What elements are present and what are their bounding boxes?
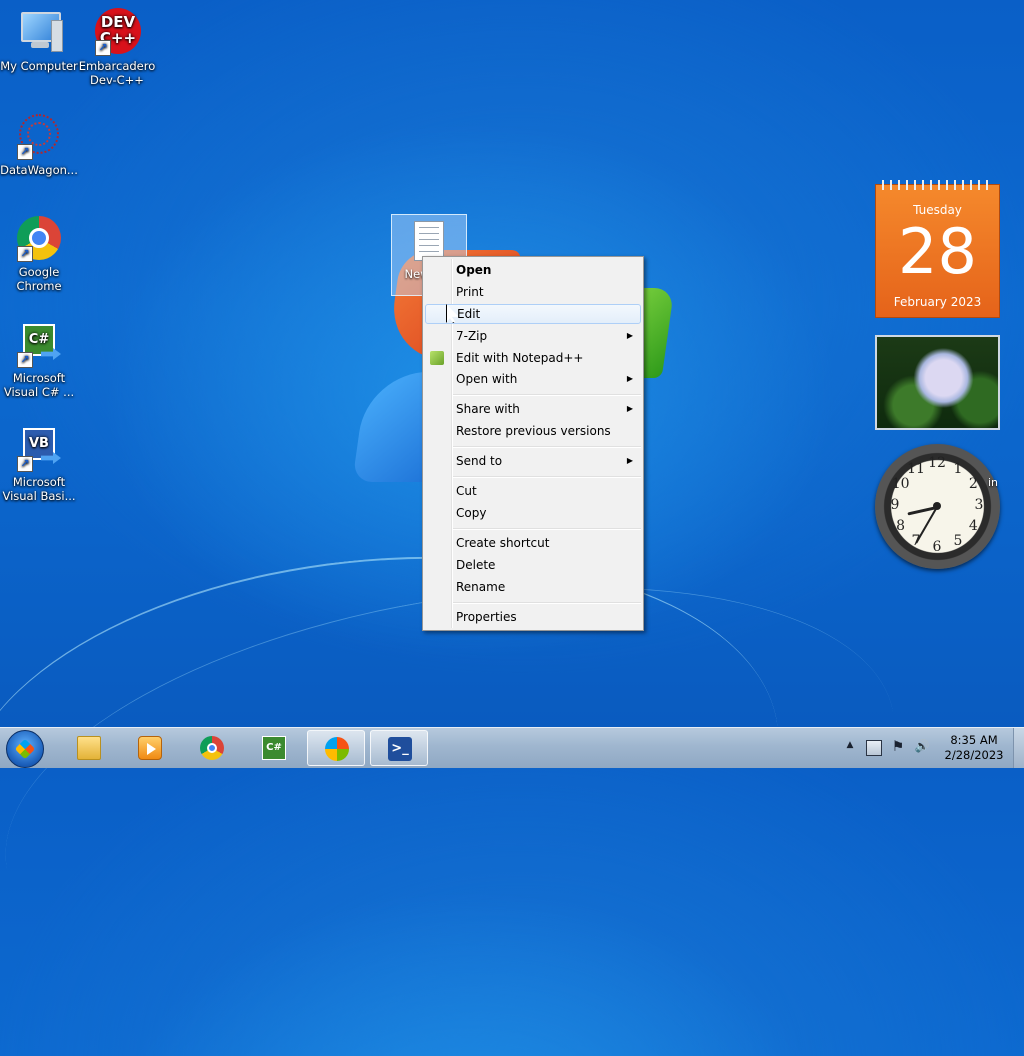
start-button[interactable] <box>6 730 44 768</box>
taskbar-button-powershell[interactable]: >_ <box>370 730 428 766</box>
taskbar-time: 8:35 AM <box>950 733 998 747</box>
clock-number: 5 <box>953 533 963 550</box>
visual-csharp-icon: C# <box>262 736 286 760</box>
clock-number: 4 <box>968 518 978 534</box>
desktop-icon-label: Microsoft Visual C# ... <box>3 371 75 399</box>
clock-number: 2 <box>968 476 978 492</box>
taskbar-button-chrome[interactable] <box>183 730 241 766</box>
clock-number: 12 <box>928 455 946 471</box>
menu-item-cut[interactable]: Cut <box>425 481 641 501</box>
menu-item-restore-previous-versions[interactable]: Restore previous versions <box>425 421 641 441</box>
menu-item-edit[interactable]: Edit <box>425 304 641 324</box>
clock-number: 10 <box>891 476 910 492</box>
devcpp-icon: DEV C++ ↗ <box>93 8 141 56</box>
chrome-icon <box>200 736 224 760</box>
show-hidden-icons-button[interactable]: ▲ <box>843 740 857 756</box>
slideshow-gadget[interactable] <box>875 335 1000 430</box>
desktop-icon-visual-csharp[interactable]: C# ↗ Microsoft Visual C# ... <box>0 320 78 399</box>
action-center-flag-icon[interactable]: ⚑ <box>890 739 906 757</box>
notepadpp-icon <box>430 351 444 365</box>
clock-center <box>933 502 941 510</box>
submenu-arrow-icon: ▶ <box>626 331 633 340</box>
windows-start-icon <box>14 738 36 760</box>
volume-icon[interactable]: 🔊 <box>913 739 931 757</box>
menu-item-print[interactable]: Print <box>425 282 641 302</box>
folder-icon <box>77 736 101 760</box>
clock-number: 1 <box>953 460 963 477</box>
media-player-icon <box>138 736 162 760</box>
desktop-icon-label: My Computer <box>0 59 78 73</box>
context-menu: Open Print Edit 7-Zip ▶ Edit with Notepad… <box>422 256 644 631</box>
menu-item-open[interactable]: Open <box>425 260 641 280</box>
desktop-icon-devcpp[interactable]: DEV C++ ↗ Embarcadero Dev-C++ <box>78 8 156 87</box>
taskbar-button-windows-app[interactable] <box>307 730 365 766</box>
menu-item-rename[interactable]: Rename <box>425 577 641 597</box>
clock-gadget[interactable]: 12 1 2 3 4 5 6 7 8 9 10 11 <box>875 444 1000 569</box>
menu-item-7zip[interactable]: 7-Zip ▶ <box>425 326 641 346</box>
menu-separator <box>453 446 641 448</box>
desktop-icon-label: Embarcadero Dev-C++ <box>78 59 156 87</box>
taskbar-button-media-player[interactable] <box>121 730 179 766</box>
clock-number: 3 <box>974 497 984 513</box>
clock-number: 11 <box>907 460 925 477</box>
menu-separator <box>453 602 641 604</box>
desktop-icon-label: DataWagon... <box>0 163 78 177</box>
menu-separator <box>453 476 641 478</box>
taskbar-date: 2/28/2023 <box>944 748 1004 762</box>
text-document-icon <box>414 221 444 261</box>
datawagon-icon: ↗ <box>15 112 63 160</box>
submenu-arrow-icon: ▶ <box>626 404 633 413</box>
menu-separator <box>453 394 641 396</box>
menu-item-delete[interactable]: Delete <box>425 555 641 575</box>
desktop-icon-label: Microsoft Visual Basi... <box>2 475 76 503</box>
visual-basic-icon: VB ↗ <box>15 424 63 472</box>
chrome-icon: ↗ <box>15 214 63 262</box>
clock-number: 6 <box>932 539 942 555</box>
desktop-icon-chrome[interactable]: ↗ Google Chrome <box>0 214 78 293</box>
desktop-icon-my-computer[interactable]: My Computer <box>0 8 78 73</box>
menu-item-edit-notepadpp[interactable]: Edit with Notepad++ <box>425 348 641 368</box>
powershell-icon: >_ <box>388 737 412 761</box>
calendar-day: 28 <box>898 215 977 288</box>
network-icon[interactable] <box>866 740 882 756</box>
windows-logo-icon <box>325 737 349 761</box>
desktop-icon-label: Google Chrome <box>16 265 62 293</box>
gadget-side-text: in <box>988 476 999 489</box>
visual-csharp-icon: C# ↗ <box>15 320 63 368</box>
menu-item-properties[interactable]: Properties <box>425 607 641 627</box>
calendar-month-year: February 2023 <box>893 295 982 309</box>
desktop-icon-visual-basic[interactable]: VB ↗ Microsoft Visual Basi... <box>0 424 78 503</box>
clock-number: 8 <box>896 518 906 534</box>
show-desktop-button[interactable] <box>1013 728 1024 768</box>
submenu-arrow-icon: ▶ <box>626 456 633 465</box>
menu-item-send-to[interactable]: Send to ▶ <box>425 451 641 471</box>
calendar-rings <box>882 180 993 190</box>
taskbar: C# >_ ▲ ⚑ 🔊 8:35 AM 2/28/2023 <box>0 727 1024 768</box>
menu-item-open-with[interactable]: Open with ▶ <box>425 369 641 389</box>
clock-number: 9 <box>890 497 900 513</box>
taskbar-button-visual-csharp[interactable]: C# <box>245 730 303 766</box>
menu-item-copy[interactable]: Copy <box>425 503 641 523</box>
taskbar-clock[interactable]: 8:35 AM 2/28/2023 <box>934 733 1014 763</box>
menu-separator <box>453 528 641 530</box>
submenu-arrow-icon: ▶ <box>626 374 633 383</box>
menu-item-create-shortcut[interactable]: Create shortcut <box>425 533 641 553</box>
clock-number: 7 <box>911 533 921 550</box>
taskbar-button-explorer[interactable] <box>60 730 118 766</box>
calendar-gadget[interactable]: Tuesday 28 February 2023 <box>875 180 1000 318</box>
computer-icon <box>15 8 63 56</box>
menu-item-share-with[interactable]: Share with ▶ <box>425 399 641 419</box>
desktop-icon-datawagon[interactable]: ↗ DataWagon... <box>0 112 78 177</box>
